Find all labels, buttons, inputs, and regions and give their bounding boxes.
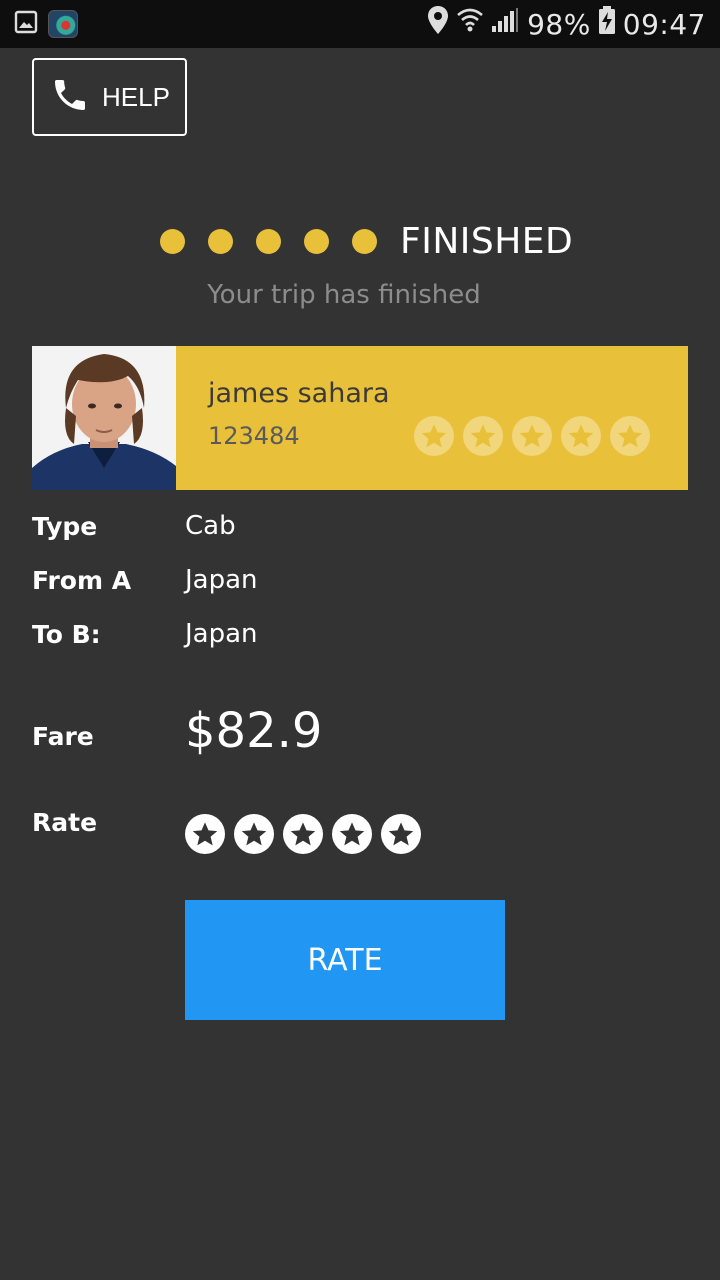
- progress-dot-4: [304, 228, 329, 254]
- trip-to-value: Japan: [185, 619, 258, 649]
- phone-icon: [50, 75, 90, 120]
- rate-star-5-icon[interactable]: [381, 814, 421, 854]
- help-button-label: HELP: [102, 81, 170, 112]
- trip-status-subtitle: Your trip has finished: [207, 280, 481, 310]
- driver-rating-star-icon: [610, 416, 650, 456]
- trip-status-label: FINISHED: [400, 220, 574, 262]
- trip-from-label: From A: [32, 565, 132, 595]
- driver-rating-star-icon: [463, 416, 503, 456]
- status-bar-left: [14, 10, 78, 39]
- driver-rating-star-icon: [512, 416, 552, 456]
- fare-row: Fare $82.9: [32, 698, 322, 764]
- gallery-icon: [14, 10, 38, 39]
- app-notification-icon: [48, 10, 78, 38]
- rate-button[interactable]: RATE: [185, 900, 505, 1020]
- rate-stars: [185, 814, 421, 854]
- battery-charging-icon: [598, 6, 615, 42]
- driver-rating: [414, 416, 650, 456]
- rate-star-4-icon[interactable]: [332, 814, 372, 854]
- wifi-icon: [457, 6, 483, 42]
- trip-from-value: Japan: [185, 565, 258, 595]
- driver-avatar: [32, 346, 176, 490]
- location-icon: [427, 5, 449, 43]
- rate-button-label: RATE: [307, 942, 383, 978]
- trip-from-row: From A Japan: [32, 562, 258, 598]
- status-bar: 98% 09:47: [0, 0, 720, 48]
- rate-star-2-icon[interactable]: [234, 814, 274, 854]
- progress-dot-2: [208, 228, 233, 254]
- driver-id: 123484: [208, 422, 300, 450]
- fare-label: Fare: [32, 721, 94, 751]
- driver-info: james sahara 123484: [176, 346, 688, 490]
- fare-value: $82.9: [185, 703, 323, 759]
- trip-type-value: Cab: [185, 511, 236, 541]
- signal-icon: [491, 7, 519, 41]
- trip-to-label: To B:: [32, 619, 101, 649]
- driver-rating-star-icon: [414, 416, 454, 456]
- status-bar-right: 98% 09:47: [427, 5, 706, 43]
- trip-progress: FINISHED: [160, 218, 573, 264]
- progress-dot-1: [160, 228, 185, 254]
- rate-row: Rate: [32, 806, 421, 854]
- trip-to-row: To B: Japan: [32, 616, 258, 652]
- trip-type-label: Type: [32, 511, 98, 541]
- rate-star-1-icon[interactable]: [185, 814, 225, 854]
- driver-name: james sahara: [208, 378, 390, 409]
- battery-percent: 98%: [527, 7, 591, 41]
- driver-card: james sahara 123484: [32, 346, 688, 490]
- trip-type-row: Type Cab: [32, 508, 236, 544]
- rate-label: Rate: [32, 808, 98, 837]
- rate-star-3-icon[interactable]: [283, 814, 323, 854]
- progress-dot-5: [352, 228, 377, 254]
- driver-rating-star-icon: [561, 416, 601, 456]
- help-button[interactable]: HELP: [32, 58, 187, 136]
- clock: 09:47: [622, 7, 706, 41]
- progress-dot-3: [256, 228, 281, 254]
